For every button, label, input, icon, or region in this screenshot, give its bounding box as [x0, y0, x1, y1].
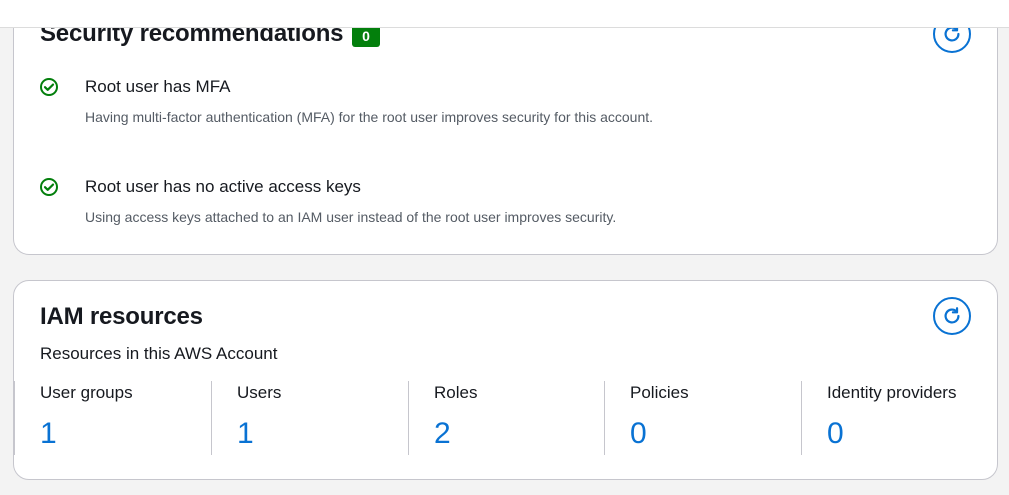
- recommendation-title: Root user has no active access keys: [85, 177, 361, 196]
- iam-resources-title: IAM resources: [40, 303, 203, 330]
- recommendations-count-badge: 0: [352, 25, 380, 47]
- check-circle-icon: [40, 78, 58, 96]
- check-circle-icon: [40, 178, 58, 196]
- metric-label: Users: [237, 383, 282, 402]
- metric-roles: Roles 2: [408, 381, 605, 455]
- recommendation-description: Having multi-factor authentication (MFA)…: [85, 109, 654, 125]
- metric-label: Policies: [630, 383, 689, 402]
- security-recommendations-card: Security recommendations 0 Root user has…: [13, 0, 998, 255]
- refresh-icon: [944, 307, 960, 324]
- policies-count-link[interactable]: 0: [630, 417, 647, 451]
- identity-providers-count-link[interactable]: 0: [827, 417, 844, 451]
- roles-count-link[interactable]: 2: [434, 417, 451, 451]
- metric-users: Users 1: [211, 381, 408, 455]
- iam-resources-subtitle: Resources in this AWS Account: [40, 344, 278, 363]
- metric-policies: Policies 0: [604, 381, 801, 455]
- recommendation-title: Root user has MFA: [85, 77, 231, 96]
- recommendation-description: Using access keys attached to an IAM use…: [85, 209, 617, 225]
- users-count-link[interactable]: 1: [237, 417, 254, 451]
- metric-label: User groups: [40, 383, 133, 402]
- top-bar: [0, 0, 1009, 28]
- user-groups-count-link[interactable]: 1: [40, 417, 57, 451]
- metric-identity-providers: Identity providers 0: [801, 381, 997, 455]
- iam-resources-card: IAM resources Resources in this AWS Acco…: [13, 280, 998, 480]
- iam-refresh-button[interactable]: [933, 297, 971, 335]
- metric-label: Identity providers: [827, 383, 957, 402]
- metric-user-groups: User groups 1: [14, 381, 212, 455]
- metric-label: Roles: [434, 383, 478, 402]
